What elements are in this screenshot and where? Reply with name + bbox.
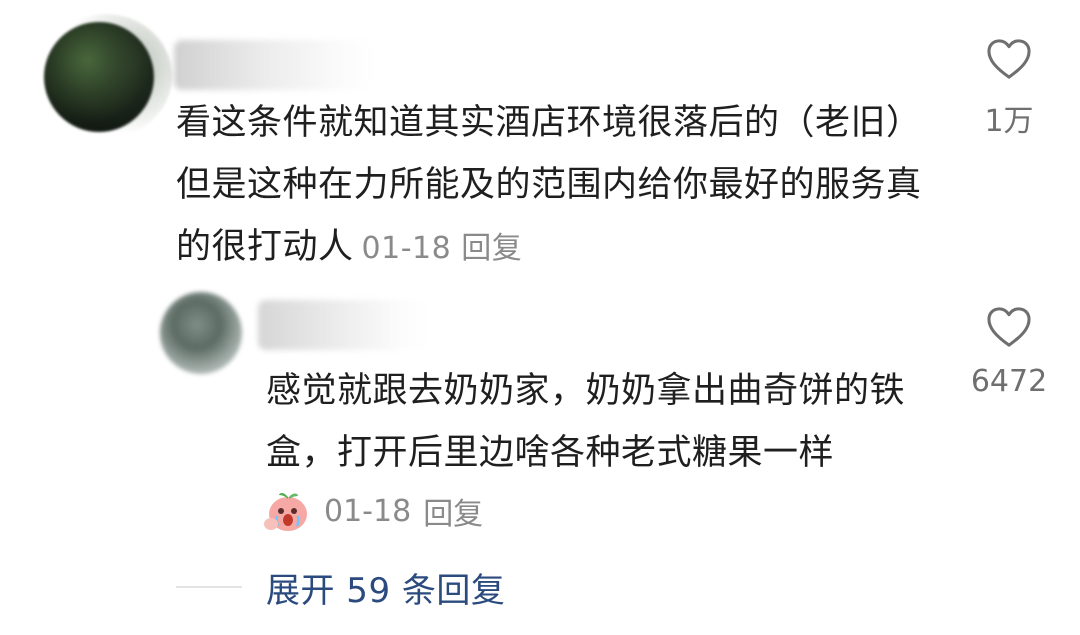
reply-like-button[interactable]: 6472 [964, 306, 1054, 399]
reply-like-count: 6472 [970, 364, 1048, 399]
reply-meta: 01-18 回复 [262, 486, 483, 536]
reply-body: 感觉就跟去奶奶家，奶奶拿出曲奇饼的铁盒，打开后里边啥各种老式糖果一样 [266, 360, 946, 484]
reply-avatar[interactable] [160, 292, 242, 374]
like-count: 1万 [984, 104, 1034, 139]
comment-body: 看这条件就知道其实酒店环境很落后的（老旧）但是这种在力所能及的范围内给你最好的服… [176, 92, 936, 280]
expand-replies-button[interactable]: 展开 59 条回复 [266, 563, 505, 612]
expand-replies-row: 展开 59 条回复 [176, 560, 505, 614]
comment-date: 01-18 [361, 231, 452, 266]
reply-username-blurred[interactable] [258, 300, 428, 350]
comment-meta: 01-18 回复 [362, 231, 523, 266]
username-blurred[interactable] [174, 40, 374, 90]
comment-text: 看这条件就知道其实酒店环境很落后的（老旧）但是这种在力所能及的范围内给你最好的服… [176, 103, 922, 267]
reply-reply-button[interactable]: 回复 [423, 489, 483, 533]
divider [176, 586, 242, 588]
avatar[interactable] [40, 14, 172, 138]
reply-button[interactable]: 回复 [461, 231, 522, 266]
heart-icon[interactable] [986, 306, 1032, 348]
reply-text: 感觉就跟去奶奶家，奶奶拿出曲奇饼的铁盒，打开后里边啥各种老式糖果一样 [266, 371, 906, 473]
heart-icon[interactable] [986, 38, 1032, 80]
like-button[interactable]: 1万 [964, 38, 1054, 140]
crying-peach-sticker-icon [264, 492, 307, 531]
reply-date: 01-18 [324, 493, 412, 529]
